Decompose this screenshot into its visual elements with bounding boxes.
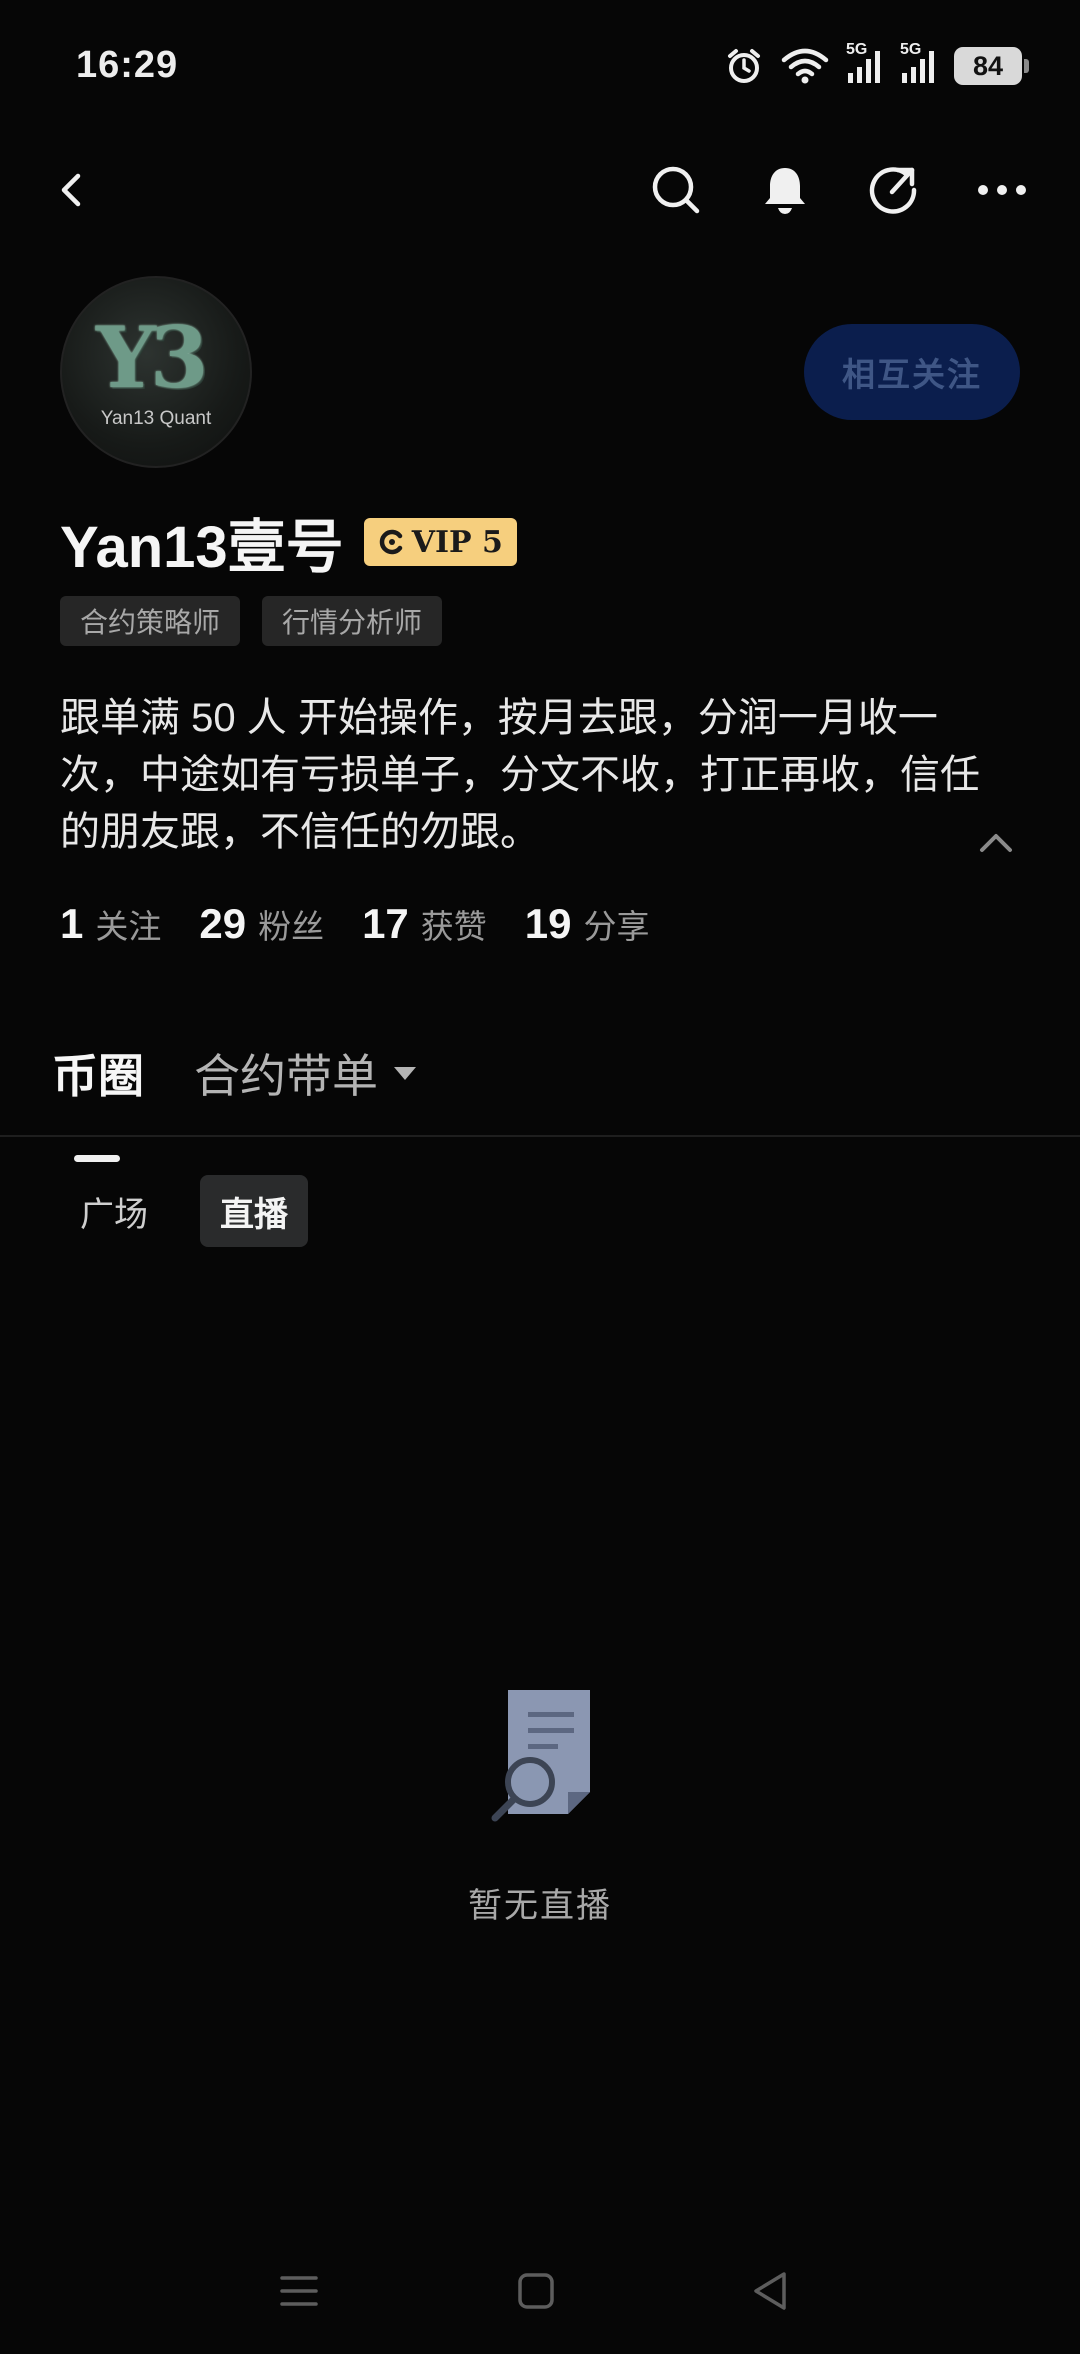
system-nav-bar [0, 2250, 1080, 2330]
stat-shares[interactable]: 19 分享 [525, 900, 650, 948]
signal-1: 5G [846, 41, 884, 85]
name-row: Yan13壹号 VIP 5 [60, 500, 517, 584]
status-time: 16:29 [76, 44, 179, 86]
vip-c-icon [379, 529, 402, 555]
stat-value: 1 [60, 900, 84, 947]
tab-copy-trading-label: 合约带单 [194, 1050, 378, 1102]
vip-label: VIP 5 [411, 524, 503, 560]
network-label-2: 5G [900, 41, 922, 58]
battery-indicator: 84 [954, 47, 1029, 85]
wifi-icon [781, 48, 829, 84]
avatar-brand: Yan13 Quant [100, 408, 212, 429]
status-icons: 5G 5G 84 [724, 41, 1029, 86]
home-nav-button[interactable] [511, 2266, 561, 2316]
stat-label: 分享 [583, 908, 650, 945]
profile-bio: 跟单满 50 人 开始操作，按月去跟，分润一月收一次，中途如有亏损单子，分文不收… [60, 696, 980, 854]
menu-icon [280, 2276, 318, 2306]
back-triangle-icon [754, 2272, 786, 2310]
vip-badge[interactable]: VIP 5 [363, 518, 517, 566]
stat-likes[interactable]: 17 获赞 [362, 900, 487, 948]
alarm-icon [728, 49, 760, 83]
back-icon [61, 173, 81, 207]
tag-market-analyst: 行情分析师 [262, 596, 443, 646]
back-nav-button[interactable] [746, 2266, 796, 2316]
stat-value: 17 [362, 900, 409, 947]
subtab-live[interactable]: 直播 [200, 1175, 308, 1247]
tab-copy-trading[interactable]: 合约带单 [194, 1040, 418, 1106]
stat-label: 关注 [95, 908, 162, 945]
stat-value: 29 [199, 900, 247, 947]
bell-icon [765, 168, 805, 214]
stat-followers[interactable]: 29 粉丝 [199, 900, 324, 948]
signal-2: 5G [900, 41, 938, 85]
avatar-logo-text: Y3 [96, 308, 208, 407]
tab-crypto-circle[interactable]: 币圈 [52, 1040, 144, 1162]
empty-document-search-icon [491, 1690, 590, 1822]
network-label-1: 5G [846, 41, 868, 58]
stat-label: 获赞 [420, 908, 487, 945]
status-bar: 16:29 5G 5G 84 [0, 0, 1080, 140]
profile-stats: 1 关注 29 粉丝 17 获赞 19 分享 [60, 900, 650, 948]
chevron-up-icon [980, 834, 1012, 852]
profile-tags: 合约策略师 行情分析师 [60, 596, 443, 646]
empty-state-text: 暂无直播 [468, 1887, 612, 1925]
stat-label: 粉丝 [258, 908, 325, 945]
tabs-divider [0, 1135, 1080, 1137]
stat-value: 19 [524, 900, 572, 947]
more-button[interactable] [972, 160, 1032, 220]
home-square-icon [518, 2273, 554, 2309]
notification-button[interactable] [755, 160, 815, 220]
avatar[interactable]: Y3 Yan13 Quant [60, 276, 252, 468]
more-icon [978, 185, 1026, 195]
back-button[interactable] [42, 160, 102, 220]
share-icon [869, 167, 917, 214]
collapse-bio-button[interactable] [976, 822, 1016, 862]
profile-name: Yan13壹号 [60, 515, 344, 580]
menu-nav-button[interactable] [274, 2266, 324, 2316]
tag-contract-strategist: 合约策略师 [60, 596, 241, 646]
mutual-follow-button[interactable]: 相互关注 [804, 324, 1020, 420]
share-button[interactable] [864, 160, 924, 220]
stat-following[interactable]: 1 关注 [60, 900, 161, 948]
content-tabs: 币圈 合约带单 [52, 1040, 418, 1162]
battery-level: 84 [972, 50, 1004, 81]
empty-state: 暂无直播 [0, 1680, 1080, 1927]
sub-tabs: 广场 直播 [60, 1175, 308, 1247]
search-icon [652, 166, 700, 214]
caret-down-icon [394, 1067, 416, 1080]
subtab-square[interactable]: 广场 [60, 1175, 168, 1247]
search-button[interactable] [646, 160, 706, 220]
top-bar [0, 150, 1080, 230]
